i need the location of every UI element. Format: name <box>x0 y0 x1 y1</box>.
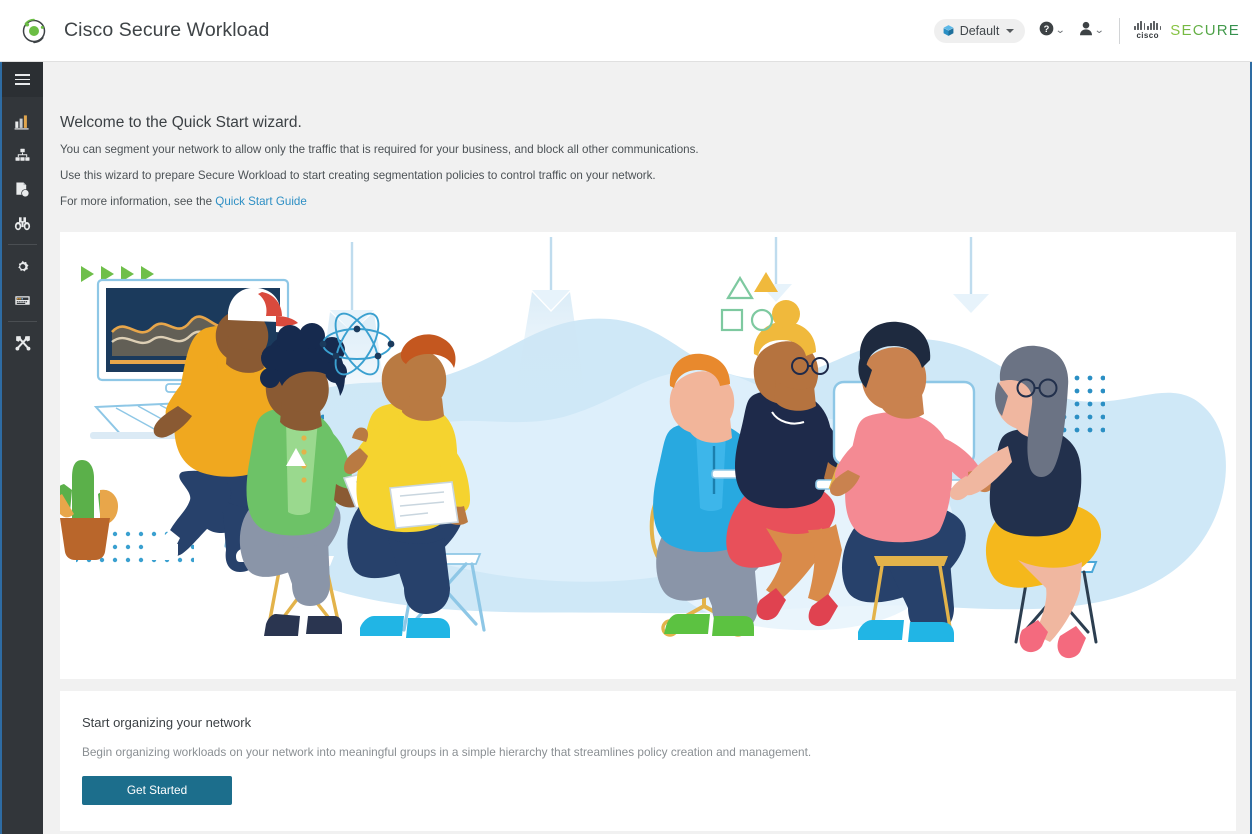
sidebar-item-overview[interactable] <box>2 104 43 138</box>
intro-section: Welcome to the Quick Start wizard. You c… <box>43 62 1251 209</box>
app-header: Cisco Secure Workload Default ? ⌄ ⌄ cisc… <box>0 0 1252 62</box>
sidebar-tertiary-group <box>2 326 43 360</box>
start-card-description: Begin organizing workloads on your netwo… <box>82 744 812 759</box>
intro-paragraph-3-prefix: For more information, see the <box>60 194 216 208</box>
help-circle-icon: ? <box>1039 21 1054 41</box>
console-panel-icon <box>14 292 31 309</box>
quick-start-guide-link[interactable]: Quick Start Guide <box>215 195 307 208</box>
secure-wordmark: SECURE <box>1170 22 1240 39</box>
app-title: Cisco Secure Workload <box>64 19 270 41</box>
sidebar-item-organize[interactable] <box>2 138 43 172</box>
page-title: Welcome to the Quick Start wizard. <box>60 114 302 131</box>
cisco-wordmark: cisco <box>1136 31 1159 40</box>
sidebar-toggle-button[interactable] <box>2 62 43 97</box>
sidebar-item-investigate[interactable] <box>2 206 43 240</box>
cube-icon <box>942 24 955 37</box>
cisco-secure-branding: cisco SECURE <box>1134 21 1242 40</box>
cisco-secure-workload-orbit-logo-icon <box>18 15 50 47</box>
intro-paragraph-3: For more information, see the Quick Star… <box>60 195 1251 209</box>
sidebar-item-tools[interactable] <box>2 326 43 360</box>
chevron-down-icon: ⌄ <box>1093 24 1105 36</box>
scope-selector-label: Default <box>959 23 1000 38</box>
sidebar-divider <box>8 321 37 322</box>
scope-selector[interactable]: Default <box>933 18 1026 43</box>
hero-illustration-card <box>60 231 1236 679</box>
hamburger-menu-icon <box>15 73 30 86</box>
start-organizing-card: Start organizing your network Begin orga… <box>60 690 1236 831</box>
gear-icon <box>14 258 31 275</box>
chevron-down-icon <box>1006 28 1015 33</box>
intro-paragraph-2: Use this wizard to prepare Secure Worklo… <box>60 168 656 182</box>
cisco-logo-icon: cisco <box>1134 21 1162 40</box>
bar-chart-icon <box>14 113 31 130</box>
svg-text:?: ? <box>1044 23 1050 33</box>
left-navigation-rail <box>0 62 43 834</box>
sidebar-item-defend[interactable] <box>2 172 43 206</box>
start-card-title: Start organizing your network <box>82 714 252 730</box>
user-menu[interactable]: ⌄ <box>1079 21 1105 41</box>
main-content-area: Welcome to the Quick Start wizard. You c… <box>43 62 1252 834</box>
intro-paragraph-1: You can segment your network to allow on… <box>60 143 699 156</box>
sidebar-divider <box>8 244 37 245</box>
policy-shield-icon <box>14 181 31 198</box>
get-started-button[interactable]: Get Started <box>82 775 232 805</box>
sidebar-item-manage[interactable] <box>2 249 43 283</box>
hero-illustration <box>60 236 1226 658</box>
help-menu[interactable]: ? ⌄ <box>1039 21 1066 41</box>
tools-icon <box>14 334 32 352</box>
chevron-down-icon: ⌄ <box>1055 24 1066 36</box>
header-divider <box>1119 17 1121 44</box>
brand-area: Cisco Secure Workload <box>0 15 270 47</box>
sidebar-secondary-group <box>2 249 43 317</box>
user-icon <box>1079 21 1093 41</box>
sidebar-primary-group <box>2 97 43 240</box>
header-actions: Default ? ⌄ ⌄ cisco SECURE <box>933 17 1252 44</box>
binoculars-icon <box>14 215 31 232</box>
org-hierarchy-icon <box>14 147 31 164</box>
sidebar-item-monitor[interactable] <box>2 283 43 317</box>
